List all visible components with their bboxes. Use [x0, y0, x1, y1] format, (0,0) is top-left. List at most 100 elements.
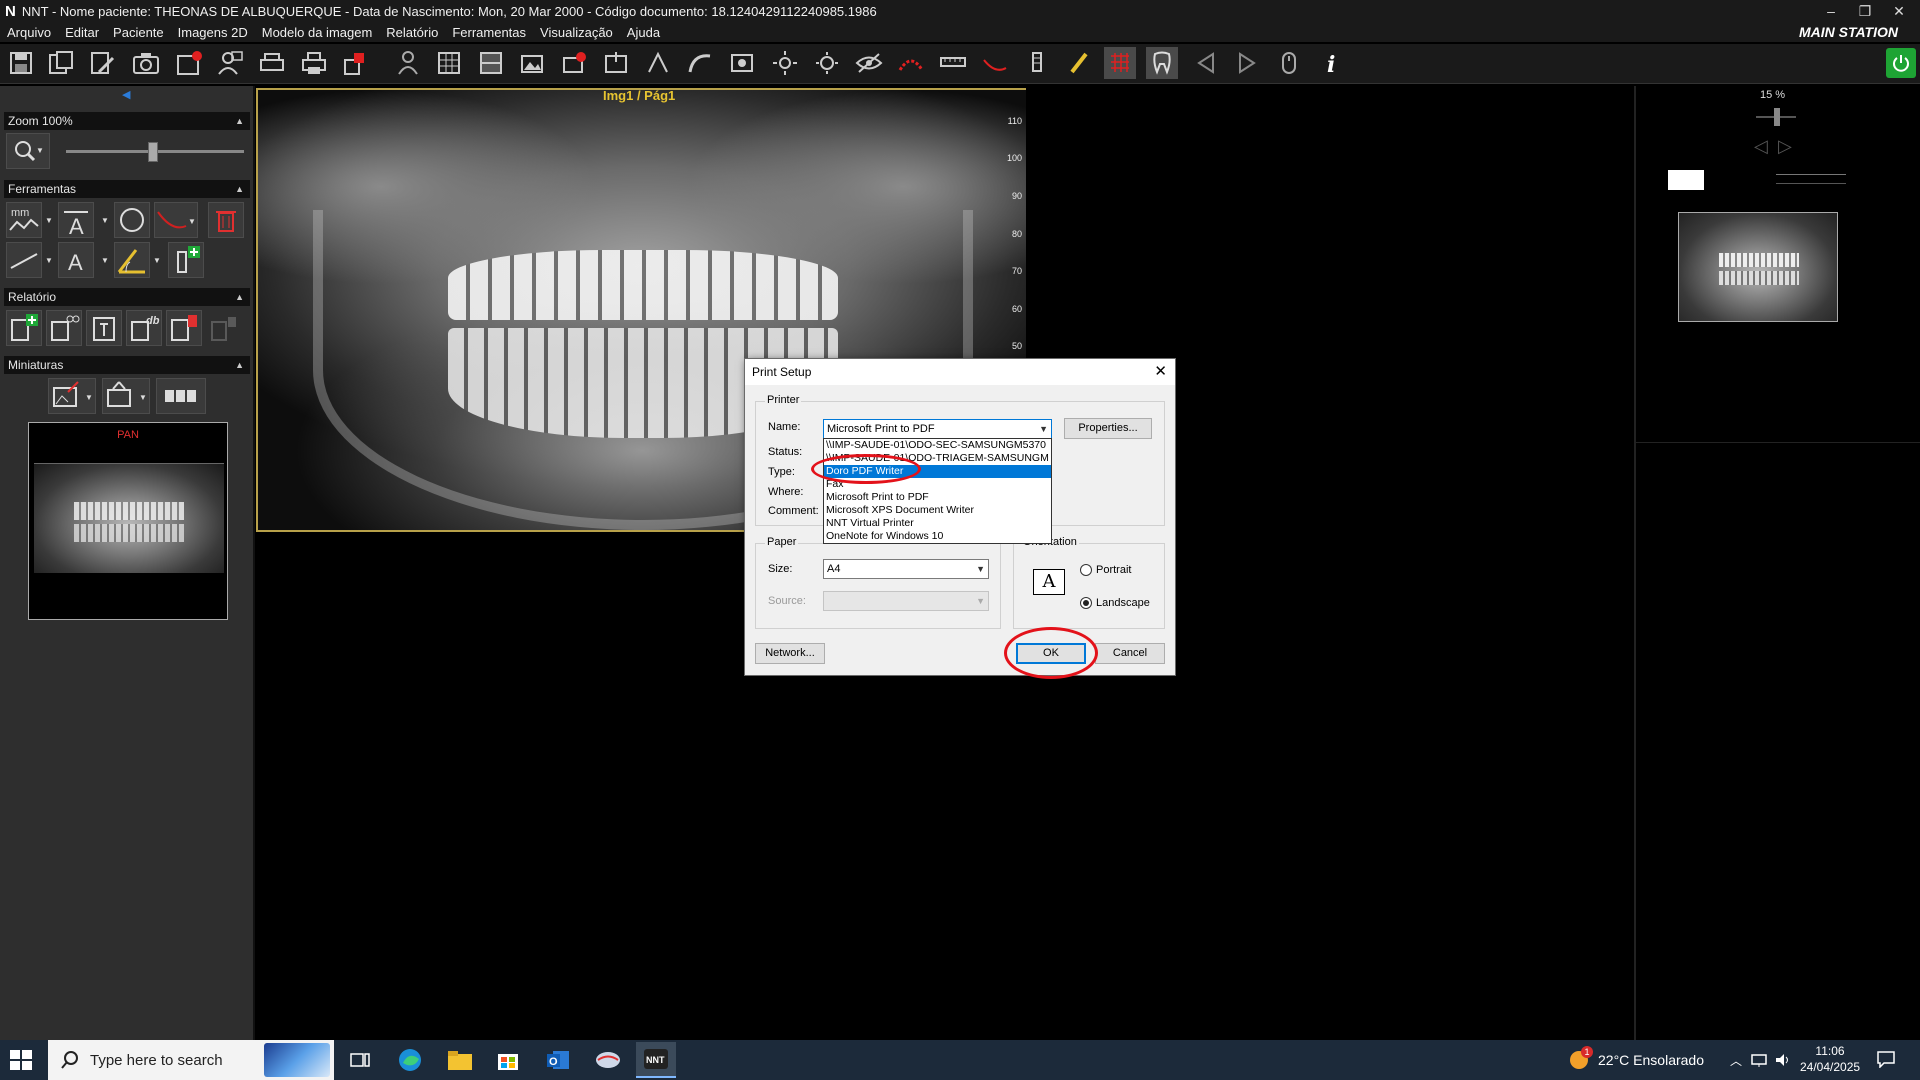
printer-option[interactable]: OneNote for Windows 10 — [824, 530, 1051, 543]
measure-mm-button[interactable]: mm — [6, 202, 42, 238]
menu-paciente[interactable]: Paciente — [113, 25, 164, 40]
thumbnail-card[interactable]: PAN — [28, 422, 228, 620]
zoom-section-header[interactable]: Zoom 100% ▲ — [4, 112, 250, 130]
scan-icon[interactable] — [256, 47, 288, 79]
collapse-icon[interactable]: ▲ — [235, 288, 244, 306]
printer-option[interactable]: Microsoft Print to PDF — [824, 491, 1051, 504]
save-as-icon[interactable] — [45, 47, 77, 79]
menu-arquivo[interactable]: Arquivo — [7, 25, 51, 40]
previous-arrow-icon[interactable] — [1190, 47, 1222, 79]
minimize-button[interactable]: – — [1814, 0, 1848, 22]
thumbnail-layout-button[interactable] — [156, 378, 206, 414]
tools-section-header[interactable]: Ferramentas ▲ — [4, 180, 250, 198]
collapse-icon[interactable]: ▲ — [235, 112, 244, 130]
info-icon[interactable]: i — [1315, 47, 1347, 79]
report-database-button[interactable]: db — [126, 310, 162, 346]
image-add-icon[interactable] — [516, 47, 548, 79]
image-delete-icon[interactable] — [558, 47, 590, 79]
close-image-icon[interactable] — [173, 47, 205, 79]
file-explorer-icon[interactable] — [440, 1042, 480, 1078]
report-template-button[interactable] — [46, 310, 82, 346]
thumbnails-section-header[interactable]: Miniaturas ▲ — [4, 356, 250, 374]
restore-button[interactable]: ❐ — [1848, 0, 1882, 22]
printer-option[interactable]: \\IMP-SAUDE-01\ODO-SEC-SAMSUNGM5370 — [824, 439, 1051, 452]
printer-name-select[interactable]: Microsoft Print to PDF ▼ — [823, 419, 1052, 439]
tray-chevron-up-icon[interactable]: ︿ — [1730, 1052, 1742, 1069]
add-implant-button[interactable] — [168, 242, 204, 278]
delete-report-button[interactable] — [166, 310, 202, 346]
page-prev-icon[interactable]: ◁ — [1754, 136, 1768, 157]
notifications-icon[interactable] — [1876, 1050, 1896, 1069]
text-tool-button[interactable]: A — [58, 242, 94, 278]
edit-document-icon[interactable] — [86, 47, 118, 79]
paper-source-select[interactable]: ▼ — [823, 591, 989, 611]
circle-tool-button[interactable] — [114, 202, 150, 238]
implant-icon[interactable] — [1021, 47, 1053, 79]
dropdown-arrow-icon[interactable]: ▼ — [100, 242, 110, 278]
dropdown-arrow-icon[interactable]: ▼ — [44, 242, 54, 278]
report-text-button[interactable] — [86, 310, 122, 346]
save-icon[interactable] — [5, 47, 37, 79]
clock[interactable]: 11:06 24/04/2025 — [1800, 1042, 1860, 1078]
nnt-app-icon[interactable]: NNT — [636, 1042, 676, 1078]
menu-ferramentas[interactable]: Ferramentas — [452, 25, 526, 40]
store-icon[interactable] — [488, 1042, 528, 1078]
contrast-icon[interactable] — [811, 47, 843, 79]
image-filter-icon[interactable] — [726, 47, 758, 79]
dropdown-arrow-icon[interactable]: ▼ — [152, 242, 162, 278]
report-page-preview[interactable] — [1636, 164, 1920, 444]
dropdown-arrow-icon[interactable]: ▼ — [100, 202, 110, 238]
page-next-icon[interactable]: ▷ — [1778, 136, 1792, 157]
network-button[interactable]: Network... — [755, 643, 825, 664]
portrait-radio[interactable]: Portrait — [1080, 564, 1131, 576]
page-zoom-slider[interactable] — [1756, 108, 1796, 126]
landscape-radio[interactable]: Landscape — [1080, 597, 1150, 609]
zoom-tool-button[interactable]: ▼ — [6, 133, 50, 169]
export-icon[interactable] — [340, 47, 372, 79]
dental-app-icon[interactable] — [588, 1042, 628, 1078]
panel-collapse-arrow-icon[interactable]: ◀ — [122, 88, 130, 101]
menu-imagens-2d[interactable]: Imagens 2D — [178, 25, 248, 40]
menu-editar[interactable]: Editar — [65, 25, 99, 40]
nerve-canal-icon[interactable] — [895, 47, 927, 79]
image-import-icon[interactable] — [600, 47, 632, 79]
paper-size-select[interactable]: A4 ▼ — [823, 559, 989, 579]
angle-tool-button[interactable] — [114, 242, 150, 278]
collapse-icon[interactable]: ▲ — [235, 180, 244, 198]
ruler-angle-icon[interactable] — [642, 47, 674, 79]
edge-browser-icon[interactable] — [390, 1042, 430, 1078]
properties-button[interactable]: Properties... — [1064, 418, 1152, 439]
menu-visualizacao[interactable]: Visualização — [540, 25, 613, 40]
printer-option[interactable]: NNT Virtual Printer — [824, 517, 1051, 530]
delete-tool-button[interactable] — [208, 202, 244, 238]
dialog-close-icon[interactable]: ✕ — [1154, 362, 1167, 380]
new-report-button[interactable] — [6, 310, 42, 346]
menu-relatorio[interactable]: Relatório — [386, 25, 438, 40]
dropdown-arrow-icon[interactable]: ▼ — [44, 202, 54, 238]
brightness-icon[interactable] — [769, 47, 801, 79]
mouse-icon[interactable] — [1273, 47, 1305, 79]
tooth-icon[interactable] — [1146, 47, 1178, 79]
nerve-line-icon[interactable] — [979, 47, 1011, 79]
curve-tool-icon[interactable] — [684, 47, 716, 79]
close-window-button[interactable]: ✕ — [1882, 0, 1916, 22]
image-edit-button[interactable]: ▼ — [48, 378, 96, 414]
curve-tool-button[interactable]: ▼ — [154, 202, 198, 238]
start-button[interactable] — [10, 1050, 32, 1070]
task-view-icon[interactable] — [340, 1042, 380, 1078]
camera-icon[interactable] — [130, 47, 162, 79]
person-icon[interactable] — [392, 47, 424, 79]
volume-icon[interactable] — [1774, 1052, 1792, 1068]
collapse-icon[interactable]: ▲ — [235, 356, 244, 374]
outlook-icon[interactable]: O — [538, 1042, 578, 1078]
patient-icon[interactable] — [214, 47, 246, 79]
weather-widget[interactable]: 1 22°C Ensolarado — [1570, 1040, 1704, 1080]
image-upload-button[interactable]: ▼ — [102, 378, 150, 414]
power-button[interactable] — [1886, 48, 1916, 78]
ruler-icon[interactable] — [937, 47, 969, 79]
menu-ajuda[interactable]: Ajuda — [627, 25, 660, 40]
hide-eye-icon[interactable] — [853, 47, 885, 79]
next-arrow-icon[interactable] — [1231, 47, 1263, 79]
report-section-header[interactable]: Relatório ▲ — [4, 288, 250, 306]
pencil-icon[interactable] — [1063, 47, 1095, 79]
